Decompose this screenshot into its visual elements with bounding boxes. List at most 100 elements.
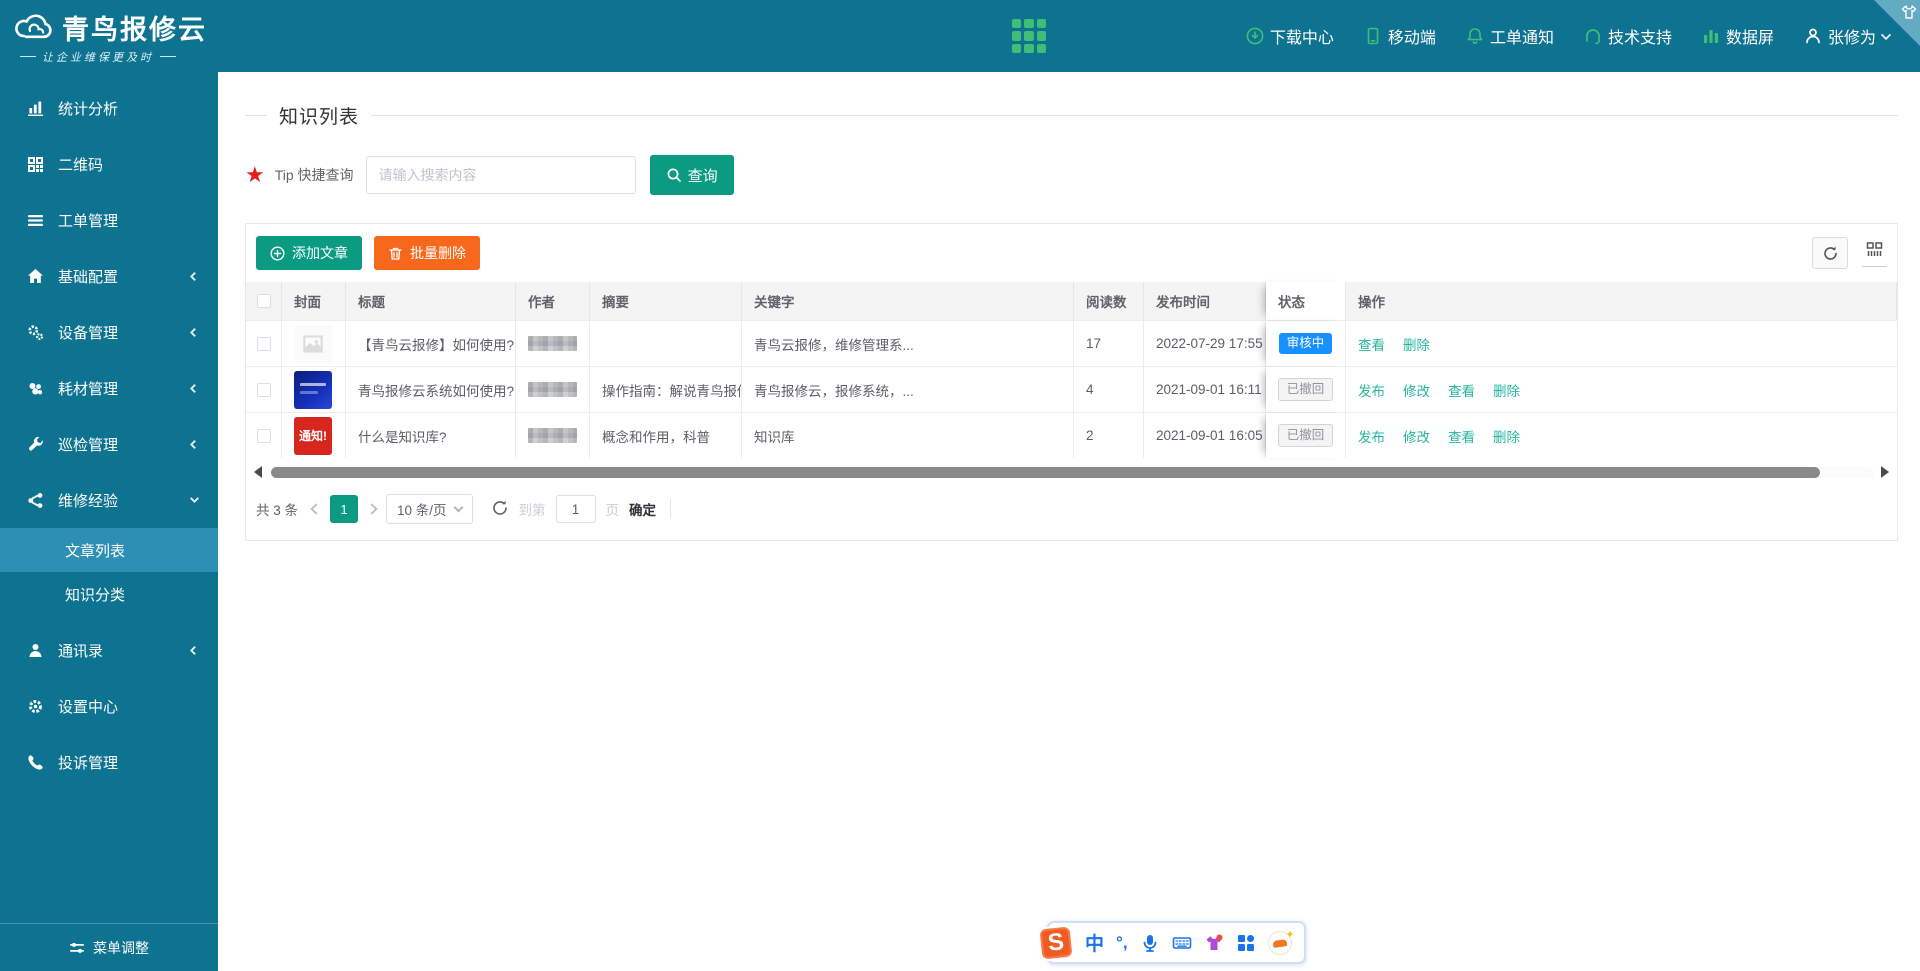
horizontal-scrollbar bbox=[246, 458, 1897, 482]
sidebar-subitem-knowledge-category[interactable]: 知识分类 bbox=[0, 572, 218, 616]
article-reads: 2 bbox=[1074, 413, 1144, 458]
ime-toolbar: S 中 °, ✦ bbox=[1047, 921, 1306, 964]
sidebar-item-complaints[interactable]: 投诉管理 bbox=[0, 734, 218, 790]
knowledge-table: 封面 标题 作者 摘要 关键字 阅读数 发布时间 状态 操作 bbox=[246, 282, 1897, 458]
sidebar-item-settings[interactable]: 设置中心 bbox=[0, 678, 218, 734]
sidebar: 统计分析 二维码 工单管理 基础配置 设备管理 bbox=[0, 72, 218, 971]
pagination-total: 共 3 条 bbox=[256, 499, 298, 519]
nav-order-notify[interactable]: 工单通知 bbox=[1466, 24, 1554, 48]
sidebar-item-inspection[interactable]: 巡检管理 bbox=[0, 416, 218, 472]
delete-link[interactable]: 删除 bbox=[1493, 380, 1520, 400]
col-header-keywords: 关键字 bbox=[742, 282, 1074, 320]
chinese-mode-icon[interactable]: 中 bbox=[1085, 929, 1104, 956]
edit-link[interactable]: 修改 bbox=[1403, 426, 1430, 446]
pagination-refresh-button[interactable] bbox=[491, 499, 509, 520]
delete-link[interactable]: 删除 bbox=[1493, 426, 1520, 446]
consumables-icon bbox=[27, 380, 44, 397]
row-checkbox[interactable] bbox=[257, 337, 271, 351]
shirt-icon bbox=[1901, 4, 1917, 20]
quick-search-row: ★ Tip 快捷查询 查询 bbox=[245, 155, 1898, 195]
add-article-button[interactable]: 添加文章 bbox=[256, 236, 362, 270]
mic-icon[interactable] bbox=[1140, 933, 1160, 953]
skin-icon[interactable] bbox=[1204, 933, 1224, 953]
mobile-icon bbox=[1364, 27, 1382, 45]
sogou-logo[interactable]: S bbox=[1037, 924, 1074, 961]
bar-chart-icon bbox=[27, 100, 44, 117]
scrollbar-thumb[interactable] bbox=[271, 467, 1820, 478]
row-checkbox[interactable] bbox=[257, 383, 271, 397]
chevron-down-icon bbox=[453, 503, 463, 513]
batch-delete-button[interactable]: 批量删除 bbox=[374, 236, 480, 270]
sidebar-item-statistics[interactable]: 统计分析 bbox=[0, 80, 218, 136]
punctuation-icon[interactable]: °, bbox=[1116, 933, 1128, 953]
nav-data-screen[interactable]: 数据屏 bbox=[1702, 24, 1774, 48]
jump-page-input[interactable] bbox=[556, 495, 596, 523]
emoji-icon[interactable]: ✦ bbox=[1268, 931, 1292, 955]
author-redacted bbox=[528, 428, 577, 443]
nav-download-center[interactable]: 下载中心 bbox=[1246, 24, 1334, 48]
table-row: 【青鸟云报修】如何使用? 青鸟云报修，维修管理系... 17 2022-07-2… bbox=[246, 320, 1897, 366]
col-header-actions: 操作 bbox=[1346, 282, 1897, 320]
nav-mobile[interactable]: 移动端 bbox=[1364, 24, 1436, 48]
article-summary bbox=[590, 321, 742, 366]
view-link[interactable]: 查看 bbox=[1358, 334, 1385, 354]
scrollbar-track[interactable] bbox=[269, 467, 1874, 478]
sidebar-item-contacts[interactable]: 通讯录 bbox=[0, 622, 218, 678]
refresh-button[interactable] bbox=[1812, 237, 1848, 269]
col-header-publish-time: 发布时间 bbox=[1144, 282, 1266, 320]
article-keywords: 青鸟报修云，报修系统，... bbox=[742, 367, 1074, 412]
toolbox-icon[interactable] bbox=[1236, 933, 1256, 953]
chevron-left-icon bbox=[190, 384, 199, 393]
sliders-icon bbox=[69, 940, 85, 956]
row-checkbox[interactable] bbox=[257, 429, 271, 443]
scroll-right-arrow[interactable] bbox=[1881, 466, 1889, 478]
pagination: 共 3 条 1 10 条/页 到第 页 确定 bbox=[246, 482, 1897, 540]
search-input[interactable] bbox=[366, 156, 636, 194]
sidebar-item-devices[interactable]: 设备管理 bbox=[0, 304, 218, 360]
sidebar-subitem-article-list[interactable]: 文章列表 bbox=[0, 528, 218, 572]
refresh-icon bbox=[491, 499, 509, 517]
article-title: 什么是知识库? bbox=[346, 413, 516, 458]
sidebar-item-repair-experience[interactable]: 维修经验 bbox=[0, 472, 218, 528]
nav-tech-support[interactable]: 技术支持 bbox=[1584, 24, 1672, 48]
confirm-button[interactable]: 确定 bbox=[629, 499, 671, 519]
col-header-author: 作者 bbox=[516, 282, 590, 320]
view-link[interactable]: 查看 bbox=[1448, 426, 1475, 446]
search-button[interactable]: 查询 bbox=[650, 155, 734, 195]
corner-skin-ribbon[interactable] bbox=[1874, 0, 1920, 46]
list-icon bbox=[27, 212, 44, 229]
next-page-button[interactable] bbox=[366, 503, 377, 514]
user-icon bbox=[1804, 27, 1822, 45]
prev-page-button[interactable] bbox=[310, 503, 321, 514]
publish-link[interactable]: 发布 bbox=[1358, 426, 1385, 446]
phone-icon bbox=[27, 754, 44, 771]
sidebar-menu-adjust[interactable]: 菜单调整 bbox=[0, 923, 218, 971]
select-all-checkbox[interactable] bbox=[257, 294, 271, 308]
wrench-icon bbox=[27, 436, 44, 453]
sidebar-item-basic-config[interactable]: 基础配置 bbox=[0, 248, 218, 304]
sidebar-item-consumables[interactable]: 耗材管理 bbox=[0, 360, 218, 416]
view-link[interactable]: 查看 bbox=[1448, 380, 1475, 400]
table-row: 青鸟报修云系统如何使用? 操作指南：解说青鸟报修... 青鸟报修云，报修系统，.… bbox=[246, 366, 1897, 412]
publish-link[interactable]: 发布 bbox=[1358, 380, 1385, 400]
keyboard-icon[interactable] bbox=[1172, 933, 1192, 953]
author-redacted bbox=[528, 336, 577, 351]
sidebar-item-qrcode[interactable]: 二维码 bbox=[0, 136, 218, 192]
page-title: 知识列表 bbox=[279, 102, 359, 129]
col-header-summary: 摘要 bbox=[590, 282, 742, 320]
data-screen-icon bbox=[1702, 27, 1720, 45]
page-1-button[interactable]: 1 bbox=[330, 495, 358, 523]
table-header-row: 封面 标题 作者 摘要 关键字 阅读数 发布时间 状态 操作 bbox=[246, 282, 1897, 320]
scroll-left-arrow[interactable] bbox=[254, 466, 262, 478]
page-size-select[interactable]: 10 条/页 bbox=[386, 494, 473, 524]
edit-link[interactable]: 修改 bbox=[1403, 380, 1430, 400]
sidebar-item-workorders[interactable]: 工单管理 bbox=[0, 192, 218, 248]
apps-grid-icon[interactable] bbox=[1012, 19, 1046, 53]
article-title: 青鸟报修云系统如何使用? bbox=[346, 367, 516, 412]
chevron-down-icon bbox=[190, 494, 199, 503]
chevron-left-icon bbox=[190, 272, 199, 281]
search-icon bbox=[666, 167, 682, 183]
column-settings-button[interactable] bbox=[1862, 239, 1887, 267]
share-icon bbox=[27, 492, 44, 509]
delete-link[interactable]: 删除 bbox=[1403, 334, 1430, 354]
